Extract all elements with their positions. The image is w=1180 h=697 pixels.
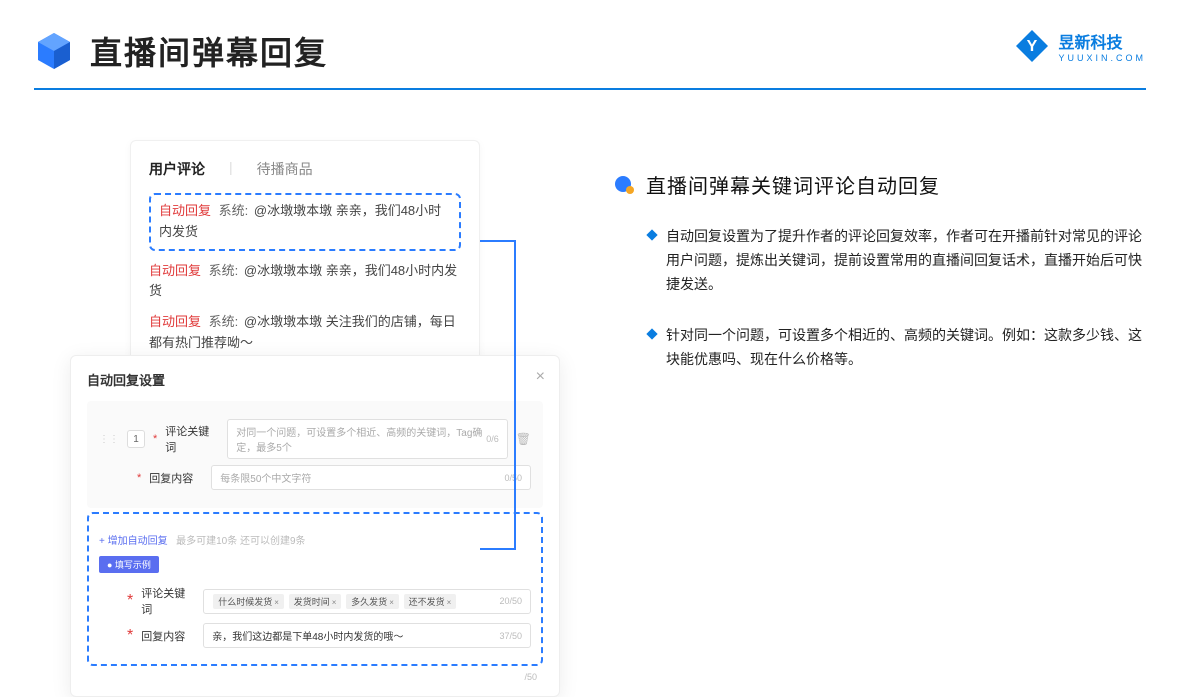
brand-icon: Y	[1014, 28, 1050, 64]
example-badge: ● 填写示例	[99, 556, 159, 573]
trash-icon[interactable]: 🗑	[516, 432, 531, 446]
diamond-icon	[646, 229, 657, 240]
system-tag: 系统:	[219, 203, 249, 218]
auto-reply-tag: 自动回复	[149, 263, 201, 278]
required-icon: *	[137, 472, 141, 484]
comment-row: 自动回复 系统: @冰墩墩本墩 关注我们的店铺，每日都有热门推荐呦～	[149, 312, 461, 354]
bullet-text: 针对同一个问题，可设置多个相近的、高频的关键词。例如：这款多少钱、这块能优惠吗、…	[666, 324, 1144, 372]
tab-pending-products[interactable]: 待播商品	[257, 159, 313, 179]
add-auto-reply-link[interactable]: + 增加自动回复	[99, 532, 168, 547]
close-icon[interactable]: ×	[536, 368, 545, 386]
content-label: 回复内容	[149, 470, 203, 486]
tag-chip[interactable]: 多久发货	[346, 594, 399, 609]
description-column: 直播间弹幕关键词评论自动回复 自动回复设置为了提升作者的评论回复效率，作者可在开…	[614, 170, 1144, 400]
highlighted-comment: 自动回复 系统: @冰墩墩本墩 亲亲，我们48小时内发货	[149, 193, 461, 251]
content-count: 0/50	[504, 473, 522, 483]
required-icon: *	[153, 433, 157, 445]
system-tag: 系统:	[209, 314, 239, 329]
comment-row: 自动回复 系统: @冰墩墩本墩 亲亲，我们48小时内发货	[149, 261, 461, 303]
content-input[interactable]: 每条限50个中文字符 0/50	[211, 465, 531, 490]
system-tag: 系统:	[209, 263, 239, 278]
example-keyword-input[interactable]: 什么时候发货 发货时间 多久发货 还不发货 20/50	[203, 589, 531, 614]
bullet-item: 针对同一个问题，可设置多个相近的、高频的关键词。例如：这款多少钱、这块能优惠吗、…	[614, 324, 1144, 372]
auto-reply-tag: 自动回复	[149, 314, 201, 329]
comments-panel: 用户评论 | 待播商品 自动回复 系统: @冰墩墩本墩 亲亲，我们48小时内发货…	[130, 140, 480, 383]
cube-icon	[34, 31, 74, 71]
comment-row: 自动回复 系统: @冰墩墩本墩 亲亲，我们48小时内发货	[159, 201, 451, 243]
content-placeholder: 每条限50个中文字符	[220, 470, 311, 485]
auto-reply-tag: 自动回复	[159, 203, 211, 218]
section-title: 直播间弹幕关键词评论自动回复	[646, 170, 940, 199]
form-section: ⋮⋮ 1 * 评论关键词 对同一个问题，可设置多个相近、高频的关键词，Tag确定…	[87, 401, 543, 508]
tag-chip[interactable]: 发货时间	[289, 594, 342, 609]
drag-handle-icon[interactable]: ⋮⋮	[99, 434, 119, 445]
auto-reply-settings-modal: 自动回复设置 × ⋮⋮ 1 * 评论关键词 对同一个问题，可设置多个相近、高频的…	[70, 355, 560, 697]
keyword-label: 评论关键词	[165, 423, 219, 455]
example-tags: 什么时候发货 发货时间 多久发货 还不发货	[212, 594, 457, 609]
keyword-input[interactable]: 对同一个问题，可设置多个相近、高频的关键词，Tag确定，最多5个 0/6	[227, 419, 507, 459]
required-icon: *	[127, 627, 133, 645]
keyword-count: 0/6	[486, 434, 499, 444]
example-keyword-label: 评论关键词	[141, 585, 195, 617]
tag-chip[interactable]: 什么时候发货	[213, 594, 284, 609]
section-head: 直播间弹幕关键词评论自动回复	[614, 170, 1144, 199]
bullet-item: 自动回复设置为了提升作者的评论回复效率，作者可在开播前针对常见的评论用户问题，提…	[614, 225, 1144, 296]
keyword-placeholder: 对同一个问题，可设置多个相近、高频的关键词，Tag确定，最多5个	[236, 424, 486, 454]
side-count: /50	[87, 672, 543, 682]
example-content-value: 亲，我们这边都是下单48小时内发货的哦～	[212, 628, 403, 643]
brand-block: Y 昱新科技 YUUXIN.COM	[1014, 28, 1146, 64]
brand-url: YUUXIN.COM	[1058, 53, 1146, 63]
brand-name: 昱新科技	[1058, 29, 1146, 53]
tab-user-comments[interactable]: 用户评论	[149, 159, 205, 179]
diamond-icon	[646, 329, 657, 340]
example-content-input[interactable]: 亲，我们这边都是下单48小时内发货的哦～ 37/50	[203, 623, 531, 648]
tab-separator: |	[229, 159, 233, 179]
example-block: + 增加自动回复 最多可建10条 还可以创建9条 ● 填写示例 * 评论关键词 …	[87, 512, 543, 666]
comment-tabs: 用户评论 | 待播商品	[149, 159, 461, 179]
tag-chip[interactable]: 还不发货	[404, 594, 457, 609]
modal-title: 自动回复设置	[87, 370, 543, 389]
example-keyword-count: 20/50	[499, 596, 522, 606]
example-content-count: 37/50	[499, 631, 522, 641]
example-content-label: 回复内容	[141, 628, 195, 644]
bubble-icon	[614, 174, 636, 196]
page-header: 直播间弹幕回复 Y 昱新科技 YUUXIN.COM	[34, 28, 1146, 74]
rule-index: 1	[127, 430, 145, 448]
mock-area: 用户评论 | 待播商品 自动回复 系统: @冰墩墩本墩 亲亲，我们48小时内发货…	[70, 140, 550, 383]
bullet-text: 自动回复设置为了提升作者的评论回复效率，作者可在开播前针对常见的评论用户问题，提…	[666, 225, 1144, 296]
header-divider	[34, 88, 1146, 90]
required-icon: *	[127, 592, 133, 610]
add-hint: 最多可建10条 还可以创建9条	[176, 536, 305, 547]
svg-text:Y: Y	[1027, 38, 1038, 55]
page-title: 直播间弹幕回复	[90, 28, 328, 74]
